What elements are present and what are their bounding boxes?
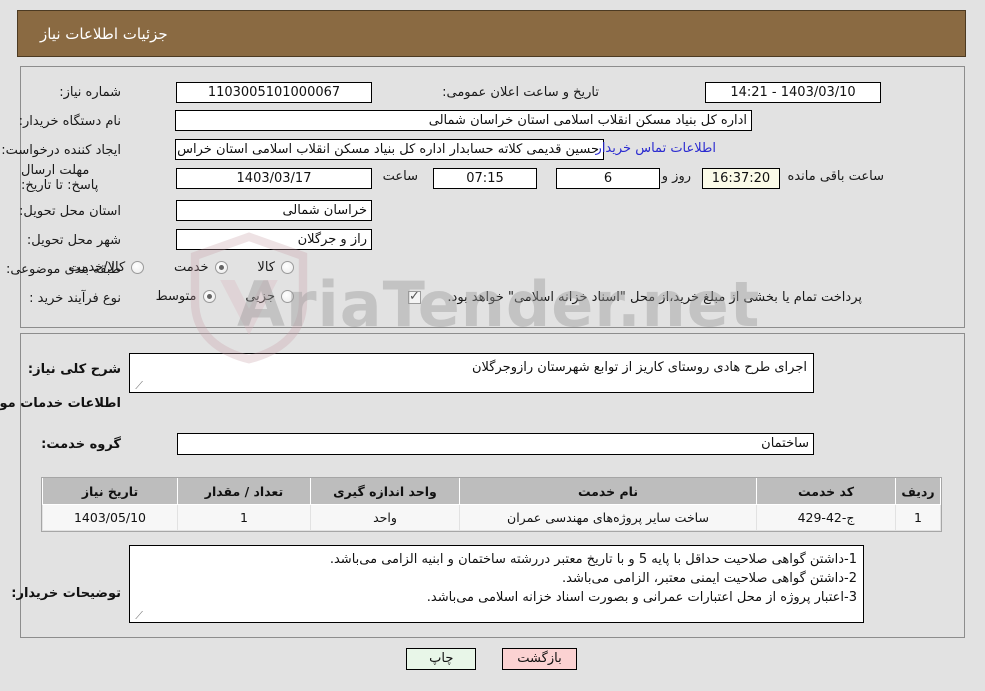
purchase-type-label-row: نوع فرآیند خرید : bbox=[30, 287, 122, 309]
need-number-label-row: شماره نیاز: bbox=[60, 81, 122, 103]
cell-row-no: 1 bbox=[896, 504, 942, 531]
requester-value: حسین قدیمی کلاته حسابدار اداره کل بنیاد … bbox=[176, 139, 605, 160]
purchase-option-jozei[interactable]: جزیی bbox=[246, 289, 295, 304]
buyer-note-line-1: 1-داشتن گواهی صلاحیت حداقل با پایه 5 و ب… bbox=[330, 552, 858, 567]
treasury-checkbox[interactable] bbox=[409, 289, 422, 304]
radio-jozei-icon[interactable] bbox=[282, 290, 295, 303]
deadline-time-value: 07:15 bbox=[434, 168, 538, 189]
back-button[interactable]: بازگشت bbox=[503, 648, 578, 670]
radio-kala-khedmat-icon[interactable] bbox=[132, 261, 146, 274]
cell-need-date: 1403/05/10 bbox=[43, 504, 179, 531]
services-table-wrapper: ردیف کد خدمت نام خدمت واحد اندازه گیری ت… bbox=[42, 477, 943, 532]
buyer-note-line-2: 2-داشتن گواهی صلاحیت ایمنی معتبر، الزامی… bbox=[563, 571, 858, 586]
cell-service-code: ج-42-429 bbox=[757, 504, 897, 531]
category-option-kala-khedmat-label: کالا/خدمت bbox=[69, 260, 127, 275]
purchase-type-radio-group: جزیی متوسط bbox=[131, 289, 295, 306]
cell-quantity: 1 bbox=[178, 504, 312, 531]
print-button[interactable]: چاپ bbox=[407, 648, 478, 670]
buyer-notes-textarea[interactable]: 1-داشتن گواهی صلاحیت حداقل با پایه 5 و ب… bbox=[130, 545, 865, 623]
need-number-value: 1103005101000067 bbox=[177, 82, 373, 103]
buyer-notes-label: توضیحات خریدار: bbox=[12, 586, 122, 601]
need-number-label: شماره نیاز: bbox=[60, 84, 122, 100]
buyer-contact-link[interactable]: اطلاعات تماس خریدار bbox=[597, 141, 717, 156]
need-desc-value: اجرای طرح هادی روستای کاریز از توابع شهر… bbox=[473, 360, 808, 375]
purchase-type-label: نوع فرآیند خرید : bbox=[30, 290, 122, 306]
deadline-remaining-value: 16:37:20 bbox=[703, 168, 781, 189]
requester-label: ایجاد کننده درخواست: bbox=[2, 142, 122, 158]
buyer-org-label: نام دستگاه خریدار: bbox=[19, 113, 122, 129]
public-announce-value: 1403/03/10 - 14:21 bbox=[706, 82, 882, 103]
city-value: راز و جرگلان bbox=[177, 229, 373, 250]
col-unit: واحد اندازه گیری bbox=[311, 478, 461, 505]
requester-label-row: ایجاد کننده درخواست: bbox=[2, 139, 122, 161]
services-table: ردیف کد خدمت نام خدمت واحد اندازه گیری ت… bbox=[43, 478, 942, 531]
category-option-khedmat[interactable]: خدمت bbox=[175, 260, 229, 275]
service-group-label: گروه خدمت: bbox=[42, 437, 122, 452]
col-quantity: تعداد / مقدار bbox=[178, 478, 312, 505]
deadline-label: مهلت ارسال پاسخ: تا تاریخ: bbox=[22, 163, 100, 193]
radio-khedmat-icon[interactable] bbox=[215, 261, 229, 274]
radio-kala-icon[interactable] bbox=[282, 261, 295, 274]
province-label: استان محل تحویل: bbox=[20, 203, 122, 219]
province-label-row: استان محل تحویل: bbox=[20, 200, 122, 222]
footer-button-row: بازگشت چاپ bbox=[0, 648, 985, 670]
cell-unit: واحد bbox=[311, 504, 461, 531]
services-section-heading: اطلاعات خدمات مورد نیاز bbox=[0, 396, 122, 411]
category-radio-group: کالا خدمت کالا/خدمت bbox=[44, 260, 295, 277]
table-header-row: ردیف کد خدمت نام خدمت واحد اندازه گیری ت… bbox=[43, 478, 942, 505]
city-label-row: شهر محل تحویل: bbox=[28, 229, 122, 251]
buyer-org-label-row: نام دستگاه خریدار: bbox=[20, 110, 122, 132]
city-label: شهر محل تحویل: bbox=[27, 232, 122, 248]
resize-grip-icon[interactable] bbox=[134, 381, 144, 391]
resize-grip-icon[interactable] bbox=[134, 611, 144, 621]
deadline-date-value: 1403/03/17 bbox=[177, 168, 373, 189]
cell-service-name: ساخت سایر پروژه‌های مهندسی عمران bbox=[460, 504, 758, 531]
window-title-bar: جزئیات اطلاعات نیاز bbox=[18, 10, 967, 57]
deadline-days-value: 6 bbox=[557, 168, 661, 189]
public-announce-label: تاریخ و ساعت اعلان عمومی: bbox=[443, 84, 600, 100]
purchase-option-motevaset[interactable]: متوسط bbox=[157, 289, 217, 304]
category-option-kala-khedmat[interactable]: کالا/خدمت bbox=[70, 260, 146, 275]
page-title: جزئیات اطلاعات نیاز bbox=[41, 24, 169, 43]
col-service-name: نام خدمت bbox=[460, 478, 758, 505]
buyer-org-value: اداره کل بنیاد مسکن انقلاب اسلامی استان … bbox=[176, 110, 753, 131]
treasury-note: پرداخت تمام یا بخشی از مبلغ خرید،از محل … bbox=[448, 290, 863, 305]
purchase-option-jozei-label: جزیی bbox=[246, 289, 276, 304]
buyer-note-line-3: 3-اعتبار پروژه از محل اعتبارات عمرانی و … bbox=[427, 590, 858, 605]
purchase-option-motevaset-label: متوسط bbox=[156, 289, 198, 304]
col-row-no: ردیف bbox=[896, 478, 942, 505]
need-desc-label: شرح کلی نیاز: bbox=[28, 362, 122, 377]
category-option-khedmat-label: خدمت bbox=[175, 260, 210, 275]
category-option-kala[interactable]: کالا bbox=[258, 260, 295, 275]
deadline-days-suffix: روز و bbox=[662, 169, 692, 184]
radio-motevaset-icon[interactable] bbox=[203, 290, 217, 303]
province-value: خراسان شمالی bbox=[177, 200, 373, 221]
deadline-remaining-suffix: ساعت باقی مانده bbox=[788, 169, 885, 184]
col-need-date: تاریخ نیاز bbox=[43, 478, 179, 505]
category-option-kala-label: کالا bbox=[258, 260, 276, 275]
col-service-code: کد خدمت bbox=[757, 478, 897, 505]
deadline-time-label: ساعت bbox=[383, 169, 419, 184]
table-row[interactable]: 1 ج-42-429 ساخت سایر پروژه‌های مهندسی عم… bbox=[43, 504, 942, 531]
public-announce-label-row: تاریخ و ساعت اعلان عمومی: bbox=[443, 81, 600, 103]
service-group-value: ساختمان bbox=[178, 433, 815, 455]
need-desc-textarea[interactable]: اجرای طرح هادی روستای کاریز از توابع شهر… bbox=[130, 353, 815, 393]
